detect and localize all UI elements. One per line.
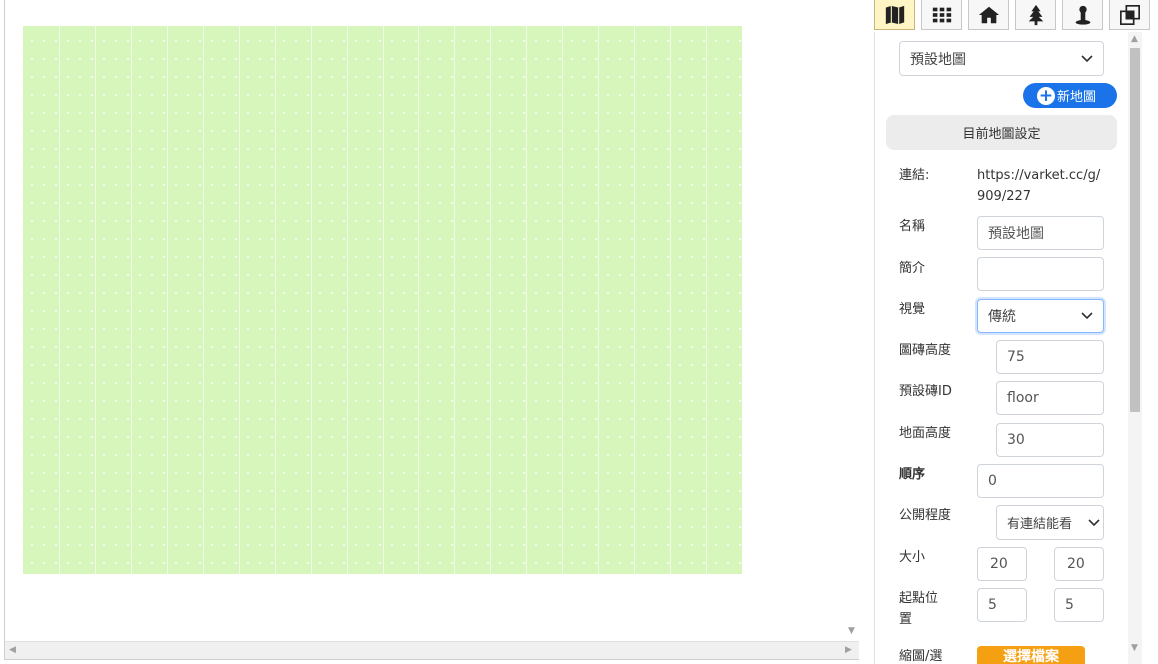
scroll-down-icon[interactable]: ▼: [1131, 643, 1138, 653]
map-column-divider: [490, 26, 491, 574]
tile-height-input[interactable]: 75: [996, 340, 1104, 374]
map-column-divider: [239, 26, 240, 574]
map-column-divider: [311, 26, 312, 574]
size-width-input[interactable]: 20: [977, 547, 1027, 581]
figure-icon: [1075, 5, 1090, 25]
choose-file-label: 選擇檔案: [1003, 649, 1059, 664]
scroll-up-icon[interactable]: ▲: [1131, 34, 1138, 44]
map-editor: ▼ ◀ ▶: [4, 0, 859, 660]
new-map-label: 新地圖: [1057, 90, 1097, 105]
thumbnail-label: 縮圖/選: [899, 649, 943, 664]
map-tile-grid[interactable]: [23, 26, 742, 574]
map-icon: [885, 5, 904, 24]
chevron-down-icon: [1081, 312, 1093, 320]
ground-height-value: 30: [1007, 432, 1025, 448]
size-label: 大小: [899, 550, 926, 565]
current-map-settings-label: 目前地圖設定: [962, 127, 1041, 142]
visibility-select-value: 有連結能看: [1007, 517, 1073, 532]
size-height-value: 20: [1067, 556, 1085, 572]
size-width-value: 20: [990, 556, 1008, 572]
default-tile-id-value: floor: [1007, 390, 1039, 406]
map-column-divider: [131, 26, 132, 574]
start-position-label: 起點位置: [899, 591, 939, 627]
name-input-value: 預設地圖: [988, 226, 1044, 242]
visibility-select[interactable]: 有連結能看: [996, 505, 1104, 540]
map-column-divider: [167, 26, 168, 574]
choose-file-button[interactable]: 選擇檔案: [977, 646, 1085, 664]
new-map-button[interactable]: + 新地圖: [1023, 83, 1117, 108]
tree-icon: [1028, 4, 1043, 25]
ground-height-label: 地面高度: [899, 426, 952, 441]
tool-trees-button[interactable]: [1015, 0, 1056, 30]
default-tile-id-input[interactable]: floor: [996, 381, 1104, 415]
tool-buildings-button[interactable]: [968, 0, 1009, 30]
tool-tiles-button[interactable]: [921, 0, 962, 30]
map-select[interactable]: 預設地圖: [899, 41, 1104, 76]
layers-icon: [1119, 4, 1140, 25]
map-column-divider: [59, 26, 60, 574]
map-column-divider: [526, 26, 527, 574]
grid-icon: [932, 7, 951, 22]
tile-height-value: 75: [1007, 349, 1025, 365]
name-label: 名稱: [899, 219, 926, 234]
scroll-left-icon[interactable]: ◀: [9, 645, 16, 655]
visibility-label: 公開程度: [899, 508, 952, 523]
ground-height-input[interactable]: 30: [996, 423, 1104, 457]
map-settings-form: 預設地圖 + 新地圖 目前地圖設定 連結: https://varket.cc/…: [874, 32, 1128, 664]
chevron-down-icon: [1088, 518, 1100, 526]
current-map-settings-button[interactable]: 目前地圖設定: [886, 115, 1117, 150]
scroll-right-icon[interactable]: ▶: [845, 645, 852, 655]
visual-select[interactable]: 傳統: [977, 299, 1104, 333]
chevron-down-icon: [1081, 54, 1093, 62]
default-tile-id-label: 預設磚ID: [899, 384, 952, 399]
map-column-divider: [670, 26, 671, 574]
start-x-input[interactable]: 5: [977, 588, 1027, 622]
map-select-value: 預設地圖: [910, 51, 966, 68]
tile-height-label: 圖磚高度: [899, 343, 952, 358]
map-column-divider: [634, 26, 635, 574]
map-column-divider: [454, 26, 455, 574]
visual-label: 視覺: [899, 302, 926, 317]
map-column-divider: [383, 26, 384, 574]
order-label: 順序: [899, 467, 926, 482]
editor-horizontal-scrollbar[interactable]: ◀ ▶: [5, 641, 859, 659]
scroll-down-icon[interactable]: ▼: [848, 626, 855, 636]
home-icon: [978, 6, 999, 23]
name-input[interactable]: 預設地圖: [977, 216, 1104, 250]
tool-layers-button[interactable]: [1109, 0, 1150, 30]
plus-icon: +: [1037, 85, 1055, 106]
tool-characters-button[interactable]: [1062, 0, 1103, 30]
editor-vertical-scrollbar[interactable]: ▼: [845, 0, 859, 640]
map-column-divider: [706, 26, 707, 574]
start-y-value: 5: [1065, 597, 1074, 613]
map-column-divider: [418, 26, 419, 574]
panel-vertical-scrollbar[interactable]: ▲ ▼: [1128, 32, 1142, 664]
start-y-input[interactable]: 5: [1054, 588, 1104, 622]
link-label: 連結:: [899, 168, 930, 183]
start-x-value: 5: [988, 597, 997, 613]
map-column-divider: [275, 26, 276, 574]
order-value: 0: [988, 473, 997, 489]
map-column-divider: [347, 26, 348, 574]
link-value[interactable]: https://varket.cc/g/909/227: [977, 165, 1107, 207]
panel-scroll-thumb[interactable]: [1130, 48, 1140, 412]
visual-select-value: 傳統: [988, 309, 1016, 325]
tool-map-button[interactable]: [874, 0, 915, 30]
map-column-divider: [95, 26, 96, 574]
tool-toolbar: [874, 0, 1150, 30]
intro-label: 簡介: [899, 261, 926, 276]
settings-panel: 預設地圖 + 新地圖 目前地圖設定 連結: https://varket.cc/…: [874, 0, 1158, 664]
intro-input[interactable]: [977, 257, 1104, 291]
map-column-divider: [598, 26, 599, 574]
order-input[interactable]: 0: [977, 464, 1104, 498]
map-column-divider: [562, 26, 563, 574]
map-column-divider: [203, 26, 204, 574]
size-height-input[interactable]: 20: [1054, 547, 1104, 581]
